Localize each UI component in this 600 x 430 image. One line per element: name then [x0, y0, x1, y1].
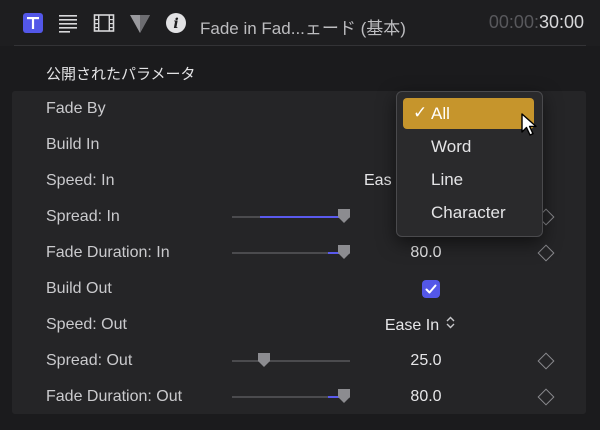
slider-fill: [260, 216, 345, 218]
text-inspector-icon[interactable]: [22, 12, 44, 34]
film-icon[interactable]: [93, 12, 115, 34]
speed-out-value: Ease In: [384, 317, 440, 334]
menu-item-word[interactable]: Word: [403, 131, 534, 162]
checkmark-icon: ✓: [413, 103, 428, 122]
timecode-leading: 00:00:: [488, 12, 539, 32]
triangle-icon[interactable]: [129, 12, 151, 34]
lines-icon[interactable]: [57, 12, 79, 34]
spread-out-value[interactable]: 25.0: [396, 352, 456, 370]
menu-item-line[interactable]: Line: [403, 164, 534, 195]
spread-out-slider[interactable]: [232, 353, 350, 367]
param-label: Fade By: [46, 100, 106, 117]
keyframe-button[interactable]: [537, 388, 555, 406]
param-row-spread-out: Spread: Out 25.0: [0, 343, 600, 379]
up-down-arrows-icon: [443, 316, 455, 332]
menu-item-character[interactable]: Character: [403, 197, 534, 228]
slider-track: [232, 360, 350, 362]
section-header[interactable]: 公開されたパラメータ: [46, 63, 196, 84]
timecode: 00:00:30:00: [489, 12, 584, 33]
keyframe-button[interactable]: [537, 244, 555, 262]
info-icon[interactable]: i: [165, 12, 187, 34]
param-label: Build Out: [46, 280, 112, 297]
keyframe-button[interactable]: [537, 352, 555, 370]
param-label: Spread: Out: [46, 352, 133, 369]
fade-duration-in-slider[interactable]: [232, 245, 351, 259]
slider-knob[interactable]: [257, 353, 270, 367]
svg-text:i: i: [173, 16, 178, 32]
speed-in-popup[interactable]: Eas: [364, 172, 392, 190]
param-label: Speed: Out: [46, 316, 127, 333]
speed-out-popup[interactable]: Ease In: [360, 316, 480, 335]
mouse-pointer-icon: [520, 112, 540, 143]
param-label: Fade Duration: Out: [46, 388, 183, 405]
spread-in-slider[interactable]: [232, 209, 351, 223]
param-row-speed-out: Speed: Out Ease In: [0, 307, 600, 343]
param-label: Build In: [46, 136, 100, 153]
build-out-checkbox[interactable]: [422, 280, 440, 298]
param-row-fade-duration-in: Fade Duration: In 80.0: [0, 235, 600, 271]
menu-item-label: Character: [431, 203, 506, 222]
menu-item-label: Line: [431, 170, 464, 189]
toolbar-divider: [14, 45, 586, 46]
fade-duration-in-value[interactable]: 80.0: [396, 244, 456, 262]
slider-knob[interactable]: [338, 245, 351, 259]
fade-duration-out-value[interactable]: 80.0: [396, 388, 456, 406]
timecode-value: 30:00: [538, 12, 584, 32]
param-row-fade-duration-out: Fade Duration: Out 80.0: [0, 379, 600, 415]
menu-item-label: Word: [431, 137, 472, 156]
inspector-toolbar: i Fade in Fad...ェード (基本) 00:00:30:00: [0, 0, 600, 46]
slider-knob[interactable]: [338, 389, 351, 403]
param-row-build-out: Build Out: [0, 271, 600, 307]
menu-item-label: All: [431, 104, 450, 123]
menu-item-all[interactable]: ✓ All: [403, 98, 534, 129]
inspector-title: Fade in Fad...ェード (基本): [200, 19, 406, 38]
param-label: Fade Duration: In: [46, 244, 170, 261]
param-label: Spread: In: [46, 208, 120, 225]
fade-duration-out-slider[interactable]: [232, 389, 351, 403]
param-label: Speed: In: [46, 172, 115, 189]
slider-knob[interactable]: [338, 209, 351, 223]
